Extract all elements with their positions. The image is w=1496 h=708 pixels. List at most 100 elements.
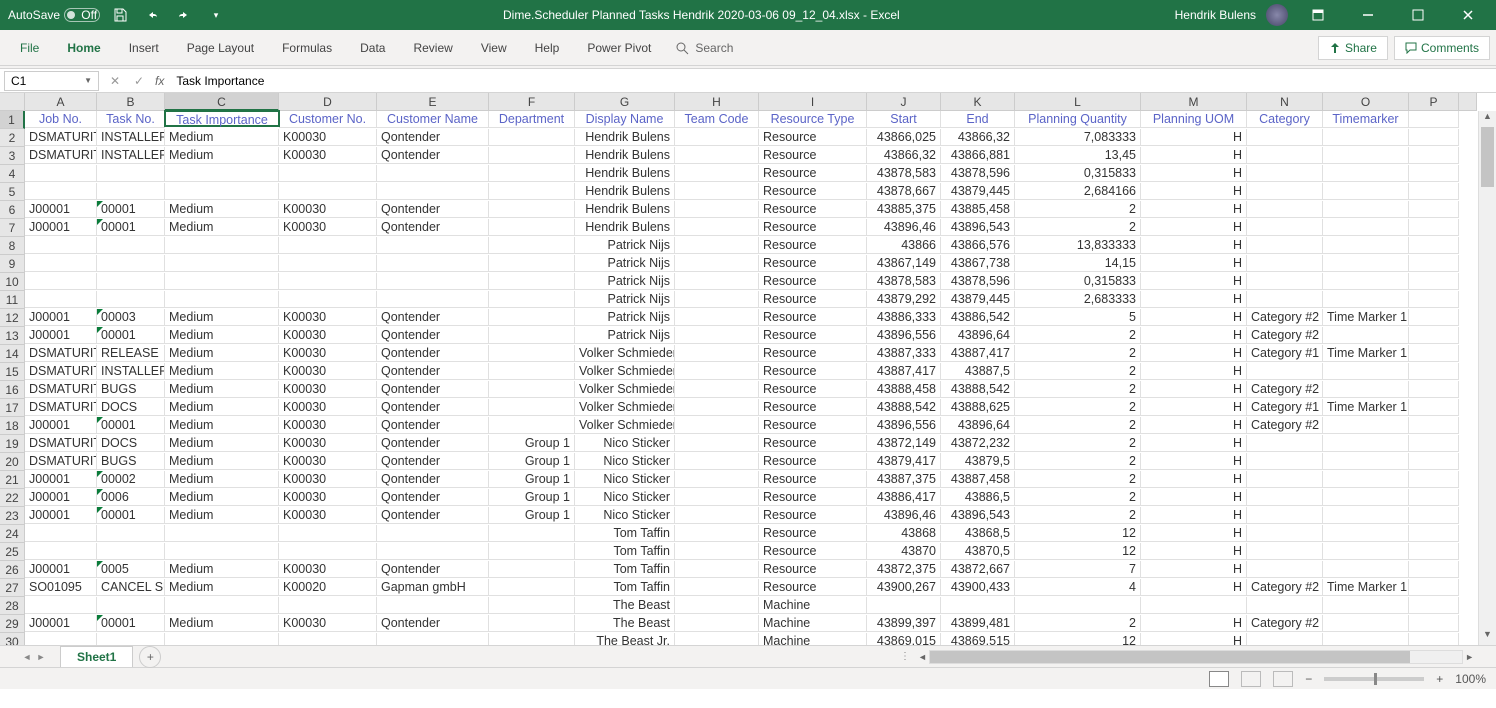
cell[interactable]: 43872,375 — [867, 561, 941, 578]
vscroll-thumb[interactable] — [1481, 127, 1494, 187]
cell[interactable] — [675, 597, 759, 614]
cell[interactable]: 43896,64 — [941, 327, 1015, 344]
cell[interactable] — [489, 543, 575, 560]
cell[interactable]: Medium — [165, 327, 279, 344]
cell[interactable] — [675, 201, 759, 218]
cell[interactable]: Gapman gmbH — [377, 579, 489, 596]
cell[interactable] — [1015, 597, 1141, 614]
row-header-29[interactable]: 29 — [0, 615, 25, 633]
cell[interactable]: Hendrik Bulens — [575, 201, 675, 218]
ribbon-tab-formulas[interactable]: Formulas — [268, 33, 346, 63]
page-break-view-icon[interactable] — [1273, 671, 1293, 687]
cell[interactable]: CANCEL SUB — [97, 579, 165, 596]
cell[interactable]: 4 — [1015, 579, 1141, 596]
scroll-down-icon[interactable]: ▼ — [1479, 629, 1496, 645]
user-name[interactable]: Hendrik Bulens — [1175, 8, 1256, 22]
cell[interactable] — [1323, 543, 1409, 560]
col-header-G[interactable]: G — [575, 93, 675, 111]
cell[interactable]: 43887,375 — [867, 471, 941, 488]
cell[interactable] — [489, 165, 575, 182]
cell[interactable] — [1409, 525, 1459, 542]
cell[interactable] — [1323, 273, 1409, 290]
cell[interactable] — [279, 273, 377, 290]
cell[interactable]: Medium — [165, 417, 279, 434]
cell[interactable]: Resource — [759, 147, 867, 164]
cell[interactable]: 14,15 — [1015, 255, 1141, 272]
cell[interactable] — [165, 525, 279, 542]
cell[interactable]: Medium — [165, 381, 279, 398]
cell[interactable]: Nico Sticker — [575, 435, 675, 452]
cell[interactable]: BUGS — [97, 381, 165, 398]
cell[interactable] — [97, 183, 165, 200]
cell[interactable]: 43896,46 — [867, 507, 941, 524]
cell[interactable] — [675, 399, 759, 416]
cell[interactable] — [1247, 435, 1323, 452]
cell[interactable]: Resource — [759, 165, 867, 182]
cell[interactable] — [97, 273, 165, 290]
cell[interactable]: 5 — [1015, 309, 1141, 326]
cell[interactable] — [1247, 165, 1323, 182]
cell[interactable]: Resource — [759, 273, 867, 290]
split-handle-icon[interactable]: ⋮ — [900, 651, 910, 662]
cell[interactable] — [489, 273, 575, 290]
ribbon-tab-review[interactable]: Review — [399, 33, 466, 63]
cell[interactable] — [489, 525, 575, 542]
cell[interactable] — [867, 597, 941, 614]
cell[interactable]: 43896,556 — [867, 327, 941, 344]
cell[interactable] — [279, 183, 377, 200]
cell[interactable] — [1409, 381, 1459, 398]
cell[interactable]: 43866,576 — [941, 237, 1015, 254]
cell[interactable] — [1323, 489, 1409, 506]
cell[interactable] — [97, 633, 165, 645]
cell[interactable] — [675, 633, 759, 645]
cell[interactable] — [1409, 633, 1459, 645]
cell[interactable]: 12 — [1015, 525, 1141, 542]
comments-button[interactable]: Comments — [1394, 36, 1490, 60]
cell[interactable]: Group 1 — [489, 507, 575, 524]
cell[interactable]: 43887,333 — [867, 345, 941, 362]
cell[interactable] — [1409, 111, 1459, 128]
cell[interactable]: 43885,375 — [867, 201, 941, 218]
cell[interactable]: 2 — [1015, 435, 1141, 452]
cell[interactable]: H — [1141, 453, 1247, 470]
save-icon[interactable] — [108, 3, 132, 27]
col-header-M[interactable]: M — [1141, 93, 1247, 111]
cell[interactable] — [675, 255, 759, 272]
cell[interactable]: 2 — [1015, 615, 1141, 632]
cell[interactable]: H — [1141, 507, 1247, 524]
cell[interactable]: 00002 — [97, 471, 165, 488]
cell[interactable] — [489, 291, 575, 308]
cell[interactable]: 43872,667 — [941, 561, 1015, 578]
tell-me-search[interactable]: Search — [675, 41, 733, 55]
cell[interactable]: Machine — [759, 597, 867, 614]
col-header-H[interactable]: H — [675, 93, 759, 111]
cell[interactable] — [1247, 561, 1323, 578]
cell[interactable]: 43888,458 — [867, 381, 941, 398]
cell[interactable] — [377, 273, 489, 290]
col-header-K[interactable]: K — [941, 93, 1015, 111]
cell[interactable]: Medium — [165, 147, 279, 164]
cell[interactable]: DSMATURITY — [25, 453, 97, 470]
cell[interactable]: The Beast — [575, 615, 675, 632]
normal-view-icon[interactable] — [1209, 671, 1229, 687]
cell[interactable]: 43878,667 — [867, 183, 941, 200]
header-cell[interactable]: Task Importance — [164, 110, 280, 127]
cell[interactable] — [279, 543, 377, 560]
cell[interactable] — [1323, 165, 1409, 182]
row-header-26[interactable]: 26 — [0, 561, 25, 579]
cell[interactable]: 43867,149 — [867, 255, 941, 272]
cell[interactable]: H — [1141, 633, 1247, 645]
cell[interactable]: Patrick Nijs — [575, 273, 675, 290]
cell[interactable]: 43896,46 — [867, 219, 941, 236]
cell[interactable]: Qontender — [377, 219, 489, 236]
cell[interactable] — [1247, 183, 1323, 200]
row-header-9[interactable]: 9 — [0, 255, 25, 273]
cell[interactable] — [1323, 129, 1409, 146]
cell[interactable] — [489, 309, 575, 326]
cell[interactable] — [1323, 255, 1409, 272]
cell[interactable]: 2 — [1015, 327, 1141, 344]
cell[interactable] — [1323, 435, 1409, 452]
cell[interactable]: Qontender — [377, 363, 489, 380]
cell[interactable]: H — [1141, 543, 1247, 560]
cell[interactable]: H — [1141, 219, 1247, 236]
